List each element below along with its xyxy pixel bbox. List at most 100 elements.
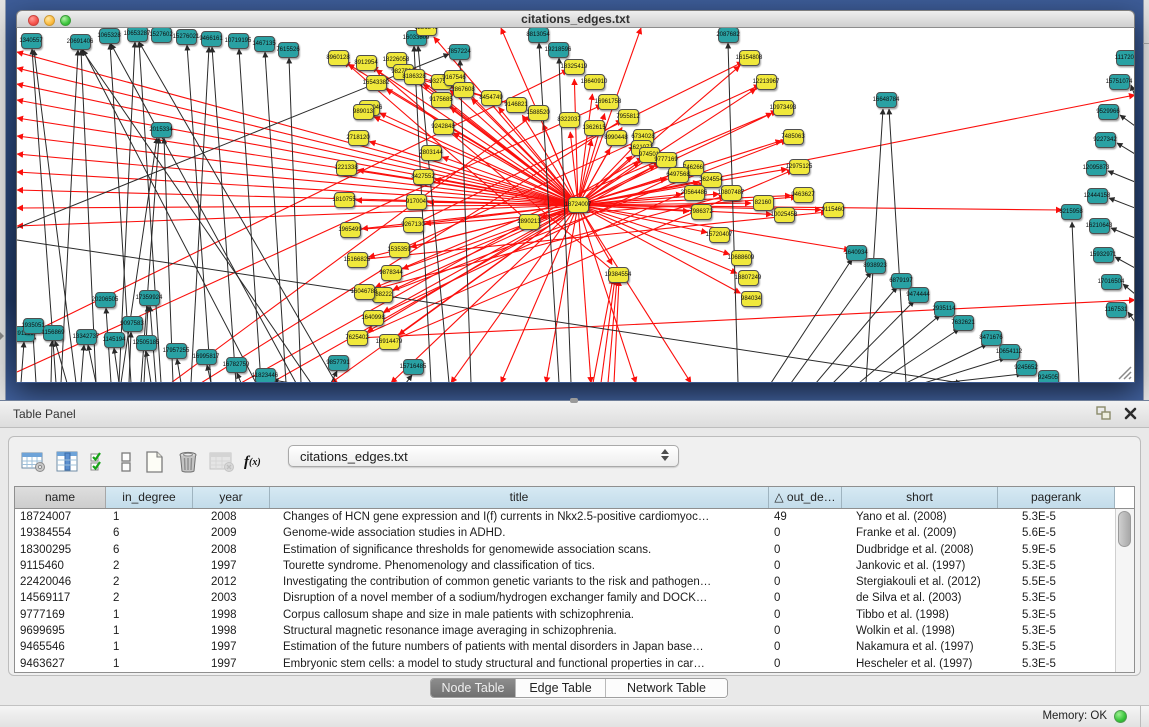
table-row[interactable]: 1456911722003Disruption of a novel membe… [15, 590, 1134, 606]
graph-node[interactable]: 2890213 [519, 214, 540, 230]
graph-node[interactable]: 9227342 [1095, 132, 1116, 148]
column-header-in_degree[interactable]: in_degree [106, 487, 193, 508]
graph-node[interactable]: 9115460 [823, 202, 844, 218]
column-header-name[interactable]: name [15, 487, 106, 508]
tab-node-table[interactable]: Node Table [431, 679, 516, 697]
graph-node[interactable]: 16995817 [196, 349, 217, 365]
graph-node[interactable]: 1117206 [1116, 50, 1136, 66]
table-select-dropdown[interactable]: citations_edges.txt [288, 445, 679, 467]
graph-node[interactable]: 11823446 [255, 368, 276, 382]
graph-node[interactable]: 1221541 [416, 28, 437, 36]
graph-node[interactable]: 12095873 [1086, 160, 1107, 176]
graph-node[interactable]: 9463627 [793, 187, 814, 203]
delete-columns-button[interactable] [176, 450, 200, 474]
graph-node[interactable]: 10807487 [721, 185, 742, 201]
graph-node[interactable]: 16210643 [1089, 218, 1110, 234]
graph-node[interactable]: 8938923 [865, 258, 886, 274]
graph-node[interactable]: 8471676 [981, 330, 1002, 346]
column-header-title[interactable]: title [270, 487, 769, 508]
table-row[interactable]: 911546021997Tourette syndrome. Phenomeno… [15, 558, 1134, 574]
graph-node[interactable]: 984034 [741, 291, 762, 307]
right-panel-edge[interactable] [1143, 0, 1149, 400]
graph-node[interactable]: 18807249 [738, 270, 759, 286]
graph-node[interactable]: 1340557 [21, 33, 42, 49]
tab-network-table[interactable]: Network Table [606, 679, 727, 697]
graph-node[interactable]: 1167531 [1106, 302, 1127, 318]
graph-node[interactable]: 9242848 [433, 119, 454, 135]
graph-node[interactable]: 7986372 [691, 204, 712, 220]
splitter-handle[interactable] [570, 398, 578, 403]
memory-status-indicator[interactable] [1114, 710, 1127, 723]
graph-node[interactable]: 8322037 [559, 112, 580, 128]
graph-node[interactable]: 6497568 [668, 167, 689, 183]
graph-node[interactable]: 12213967 [756, 74, 777, 90]
graph-node[interactable]: 1527602 [151, 28, 172, 43]
graph-node[interactable]: 17359924 [139, 290, 160, 306]
graph-node[interactable]: 7625402 [347, 330, 368, 346]
graph-node[interactable]: 12505185 [136, 335, 157, 351]
graph-node[interactable]: 2015334 [151, 122, 172, 138]
column-header-short[interactable]: short [842, 487, 998, 508]
graph-node[interactable]: 1640934 [846, 245, 867, 261]
graph-node[interactable]: 9245652 [1016, 360, 1037, 376]
graph-node[interactable]: 2087682 [718, 28, 739, 43]
tab-edge-table[interactable]: Edge Table [516, 679, 606, 697]
graph-node[interactable]: 1935051 [23, 318, 44, 334]
graph-node[interactable]: 10025458 [774, 207, 795, 223]
graph-node[interactable]: 1156869 [43, 325, 64, 341]
graph-node[interactable]: 9097583 [122, 316, 143, 332]
table-row[interactable]: 1830029562008Estimation of significance … [15, 542, 1134, 558]
graph-node[interactable]: 8990448 [606, 130, 627, 146]
window-resize-grip[interactable] [1116, 364, 1132, 380]
graph-node[interactable]: 9175685 [431, 92, 452, 108]
graph-node[interactable]: 7632621 [953, 315, 974, 331]
graph-node[interactable]: 8215958 [1061, 204, 1082, 220]
graph-node[interactable]: 12975125 [789, 159, 810, 175]
create-column-button[interactable] [143, 450, 167, 474]
graph-node[interactable]: 9777169 [656, 152, 677, 168]
close-panel-icon[interactable] [1124, 407, 1137, 420]
graph-node[interactable]: 82160 [753, 195, 774, 211]
graph-node[interactable]: 15716485 [403, 359, 424, 375]
network-canvas[interactable]: 1340557206914061065328106532871527602152… [16, 28, 1135, 382]
column-header-pagerank[interactable]: pagerank [998, 487, 1115, 508]
graph-node[interactable]: 16914479 [379, 334, 400, 350]
graph-node[interactable]: 7485063 [783, 129, 804, 145]
graph-node[interactable]: 1145194 [104, 332, 125, 348]
graph-node[interactable]: 15932971 [1093, 247, 1114, 263]
table-row[interactable]: 969969511998Structural magnetic resonanc… [15, 623, 1134, 639]
graph-node[interactable]: 7857224 [449, 44, 470, 60]
graph-node[interactable]: 1810755 [334, 192, 355, 208]
graph-node[interactable]: 8813054 [528, 28, 549, 43]
graph-node[interactable]: 10654112 [999, 344, 1020, 360]
graph-node[interactable]: 924505 [1038, 370, 1059, 382]
graph-node[interactable]: 16961758 [598, 94, 619, 110]
graph-node[interactable]: 16154808 [739, 50, 760, 66]
graph-node[interactable]: 20564486 [684, 185, 705, 201]
table-row[interactable]: 2242004622012Investigating the contribut… [15, 574, 1134, 590]
graph-node[interactable]: 1588520 [528, 105, 549, 121]
graph-node[interactable]: 13342737 [76, 329, 97, 345]
function-builder-button[interactable]: f(x) [244, 454, 261, 471]
table-scrollbar[interactable] [1115, 509, 1134, 672]
table-mode-button[interactable] [21, 451, 46, 473]
graph-node[interactable]: 7615526 [278, 42, 299, 58]
graph-node[interactable]: 8912954 [356, 55, 377, 71]
table-row[interactable]: 977716911998Corpus callosum shape and si… [15, 607, 1134, 623]
table-row[interactable]: 946554611997Estimation of the future num… [15, 639, 1134, 655]
network-window[interactable]: citations_edges.txt 13405572069140610653… [16, 10, 1135, 383]
graph-node[interactable]: 9146821 [506, 97, 527, 113]
table-row[interactable]: 1872400712008Changes of HCN gene express… [15, 509, 1134, 525]
graph-node[interactable]: 989013 [353, 104, 374, 120]
graph-node[interactable]: 16782759 [226, 357, 247, 373]
graph-node[interactable]: 6879197 [891, 273, 912, 289]
graph-node[interactable]: 16046788 [354, 284, 375, 300]
graph-node[interactable]: 15166825 [347, 252, 368, 268]
graph-node[interactable]: 20691406 [70, 34, 91, 50]
graph-node[interactable]: 20206505 [95, 292, 116, 308]
graph-node[interactable]: 15720407 [709, 227, 730, 243]
column-selection-button[interactable] [89, 451, 111, 473]
graph-node[interactable]: 1065328 [99, 28, 120, 44]
graph-node[interactable]: 18325419 [564, 59, 585, 75]
table-row[interactable]: 946362711997Embryonic stem cells: a mode… [15, 656, 1134, 672]
